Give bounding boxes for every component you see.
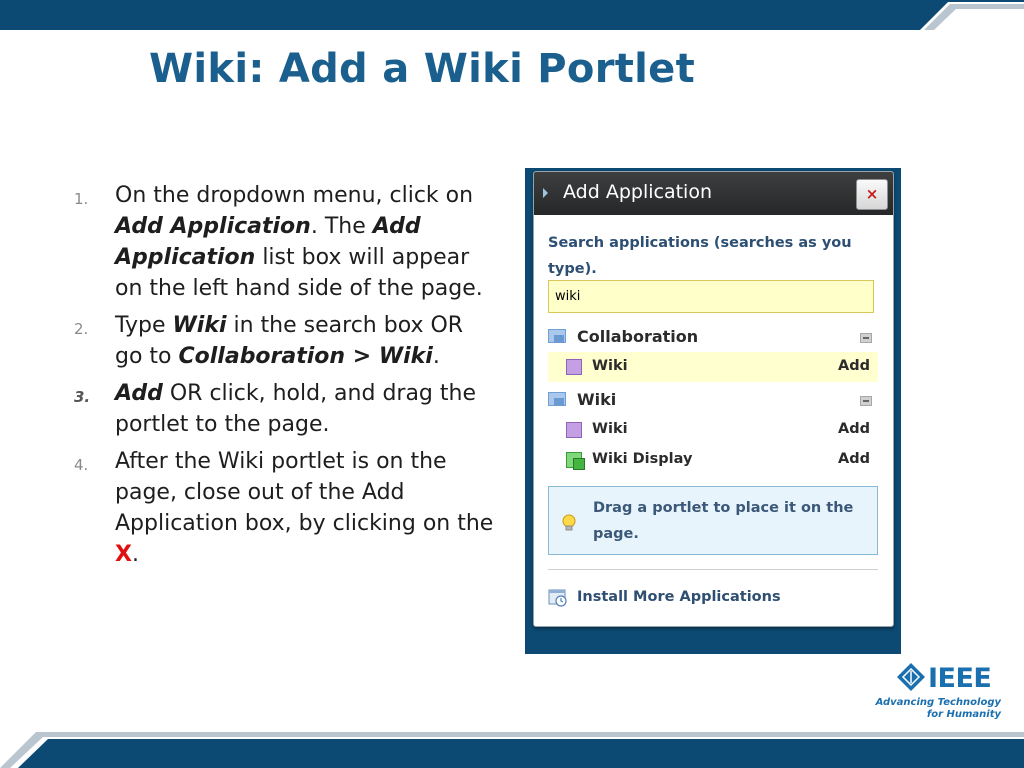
collapse-toggle-icon[interactable] — [860, 396, 872, 406]
step-text: . The — [310, 214, 373, 239]
category-folder-icon — [548, 329, 566, 343]
list-item: 3. Add OR click, hold, and drag the port… — [74, 378, 494, 440]
step-emphasis: Add Application — [115, 214, 311, 239]
search-input[interactable] — [548, 280, 874, 313]
app-row-wiki[interactable]: Wiki Add — [548, 415, 878, 445]
step-text: After the Wiki portlet is on the page, c… — [115, 449, 494, 536]
app-label: Wiki — [592, 421, 628, 437]
step-text: On the dropdown menu, click on — [115, 183, 474, 208]
category-folder-icon — [548, 392, 566, 406]
step-text: . — [131, 542, 139, 567]
portlet-group-icon — [566, 452, 585, 470]
instruction-list: 1. On the dropdown menu, click on Add Ap… — [74, 180, 494, 576]
top-banner — [0, 0, 1024, 30]
lightbulb-icon — [562, 514, 576, 531]
top-banner-graphic — [0, 0, 1024, 30]
list-item: 2. Type Wiki in the search box OR go to … — [74, 310, 494, 372]
category-collaboration[interactable]: Collaboration — [548, 325, 878, 351]
divider — [548, 569, 878, 570]
step-number: 1. — [74, 190, 89, 208]
search-label: Search applications (searches as you typ… — [548, 235, 852, 277]
hint-text: Drag a portlet to place it on the page. — [593, 500, 854, 542]
app-row-wiki[interactable]: Wiki Add — [548, 352, 878, 382]
drag-hint-box: Drag a portlet to place it on the page. — [548, 486, 878, 555]
step-emphasis: Wiki — [172, 313, 227, 338]
dialog-header: Add Application × — [534, 172, 893, 215]
install-more-applications-link[interactable]: Install More Applications — [577, 589, 781, 605]
step-emphasis: Add — [115, 381, 163, 406]
slide-title: Wiki: Add a Wiki Portlet — [149, 46, 696, 92]
app-label: Wiki — [592, 358, 628, 374]
add-link[interactable]: Add — [838, 451, 870, 467]
logo-tagline: for Humanity — [926, 709, 1001, 720]
list-item: 4. After the Wiki portlet is on the page… — [74, 446, 494, 570]
ieee-diamond-icon — [897, 663, 925, 691]
install-applications-icon — [548, 589, 567, 607]
category-label: Wiki — [577, 390, 617, 409]
category-wiki[interactable]: Wiki — [548, 388, 878, 414]
step-number: 3. — [74, 388, 91, 406]
portlet-icon — [566, 422, 582, 438]
app-label: Wiki Display — [592, 451, 693, 467]
close-button[interactable]: × — [856, 179, 888, 210]
step-text: Type — [115, 313, 173, 338]
collapse-arrow-icon[interactable] — [543, 188, 548, 198]
logo-tagline: Advancing Technology — [875, 697, 1001, 708]
portlet-icon — [566, 359, 582, 375]
app-row-wiki-display[interactable]: Wiki Display Add — [548, 445, 878, 475]
list-item: 1. On the dropdown menu, click on Add Ap… — [74, 180, 494, 304]
add-link[interactable]: Add — [838, 358, 870, 374]
collapse-toggle-icon[interactable] — [860, 333, 872, 343]
add-link[interactable]: Add — [838, 421, 870, 437]
step-emphasis: Collaboration > Wiki — [178, 344, 433, 369]
bottom-banner — [0, 730, 1024, 768]
logo-wordmark: IEEE — [928, 663, 992, 694]
bottom-banner-graphic — [0, 732, 1024, 768]
dialog-title: Add Application — [563, 181, 712, 203]
add-application-dialog: Add Application × Search applications (s… — [533, 171, 894, 627]
close-x-reference: X — [115, 542, 132, 567]
step-text: OR click, hold, and drag the portlet to … — [115, 381, 476, 437]
step-text: . — [432, 344, 440, 369]
step-number: 4. — [74, 456, 89, 474]
category-label: Collaboration — [577, 327, 699, 346]
ieee-logo: IEEE Advancing Technology for Humanity — [876, 660, 1006, 722]
step-number: 2. — [74, 320, 89, 338]
